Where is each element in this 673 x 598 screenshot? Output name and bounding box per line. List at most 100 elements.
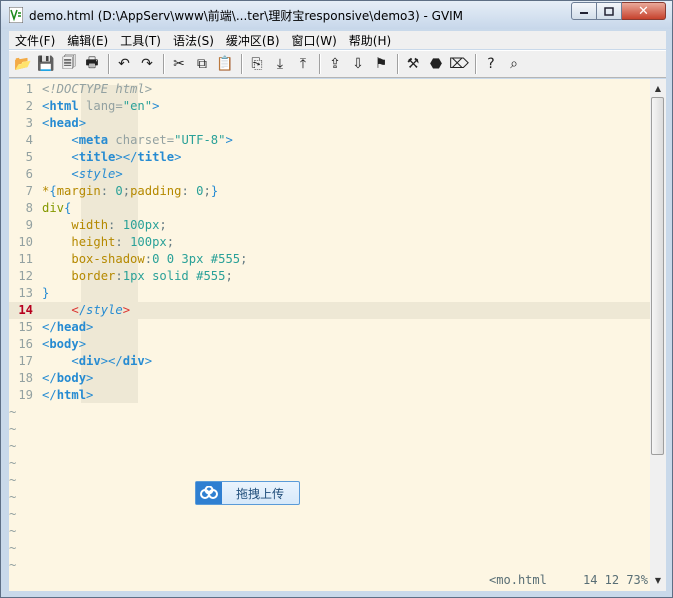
copy-button[interactable]: ⧉ — [192, 54, 212, 74]
scrollbar-thumb[interactable] — [651, 97, 664, 455]
open-button[interactable]: 📂 — [13, 54, 33, 74]
menu-window[interactable]: 窗口(W) — [286, 32, 343, 49]
code-text: </head> — [42, 320, 94, 334]
code-line[interactable]: 5 <title></title> — [9, 149, 650, 166]
line-number: 1 — [25, 82, 33, 96]
maximize-button[interactable] — [597, 2, 622, 20]
code-line[interactable]: 1 <!DOCTYPE html> — [9, 81, 650, 98]
code-line[interactable]: 9 width: 100px; — [9, 217, 650, 234]
load-session-button[interactable]: ⇪ — [325, 54, 345, 74]
line-number: 19 — [18, 388, 33, 402]
code-text: } — [42, 286, 50, 300]
gvim-app-icon — [9, 7, 23, 23]
toolbar-separator — [397, 54, 398, 74]
code-line[interactable]: 12 border:1px solid #555; — [9, 268, 650, 285]
find-next-icon: ⤓ — [276, 56, 284, 72]
code-line[interactable]: 6 <style> — [9, 166, 650, 183]
toolbar: 📂 💾 🗐 🖶 ↶ ↷ ✂ ⧉ 📋 ⎘ ⤓ ⤒ ⇪ ⇩ ⚑ ⚒ ⬣ ⌦? ⌕ — [9, 50, 666, 78]
gvim-window: demo.html (D:\AppServ\www\前端\...ter\理财宝r… — [0, 0, 673, 598]
code-line[interactable]: 19 </html> — [9, 387, 650, 404]
scroll-down-arrow-icon[interactable]: ▼ — [650, 573, 666, 589]
code-line[interactable]: 2 <html lang="en"> — [9, 98, 650, 115]
menu-syntax[interactable]: 语法(S) — [167, 32, 220, 49]
line-number: 15 — [18, 320, 33, 334]
redo-icon: ↷ — [141, 56, 153, 72]
find-help-icon: ⌕ — [510, 56, 518, 72]
vertical-scrollbar[interactable]: ▲ ▼ — [650, 79, 666, 591]
line-number: 7 — [25, 184, 33, 198]
drag-upload-label: 拖拽上传 — [236, 486, 285, 501]
line-number: 17 — [18, 354, 33, 368]
empty-line-tilde: ~ — [9, 473, 17, 487]
code-text: <body> — [42, 337, 87, 351]
minimize-button[interactable] — [571, 2, 597, 20]
toolbar-separator — [241, 54, 242, 74]
empty-line-tilde: ~ — [9, 541, 17, 555]
menu-bar: 文件(F) 编辑(E) 工具(T) 语法(S) 缓冲区(B) 窗口(W) 帮助(… — [9, 31, 666, 49]
close-icon: ✕ — [638, 3, 649, 19]
tag-button[interactable]: ⌦ — [449, 54, 469, 74]
shell-button[interactable]: ⬣ — [426, 54, 446, 74]
text-editor-area[interactable]: 1 <!DOCTYPE html> 2 <html lang="en"> 3 <head>… — [9, 79, 650, 591]
tag-icon: ⌦ — [449, 56, 469, 72]
save-button[interactable]: 💾 — [36, 54, 56, 74]
print-button[interactable]: 🖶 — [82, 54, 102, 74]
line-number: 11 — [18, 252, 33, 266]
code-line[interactable]: 3 <head> — [9, 115, 650, 132]
menu-file[interactable]: 文件(F) — [9, 32, 61, 49]
shell-icon: ⬣ — [429, 56, 443, 72]
help-button[interactable]: ? — [481, 54, 501, 74]
code-line[interactable]: 13} — [9, 285, 650, 302]
find-prev-button[interactable]: ⤒ — [293, 54, 313, 74]
find-replace-button[interactable]: ⎘ — [247, 54, 267, 74]
line-number: 5 — [25, 150, 33, 164]
empty-line-tilde: ~ — [9, 490, 17, 504]
code-line[interactable]: 10 height: 100px; — [9, 234, 650, 251]
menu-help[interactable]: 帮助(H) — [343, 32, 397, 49]
line-number: 18 — [18, 371, 33, 385]
line-number: 13 — [18, 286, 33, 300]
code-line[interactable]: 15 </head> — [9, 319, 650, 336]
drag-upload-button[interactable]: 拖拽上传 — [195, 481, 300, 505]
line-number: 14 — [18, 303, 33, 317]
code-line[interactable]: 17 <div></div> — [9, 353, 650, 370]
paste-button[interactable]: 📋 — [215, 54, 235, 74]
run-script-icon: ⚑ — [374, 56, 388, 72]
scroll-up-arrow-icon[interactable]: ▲ — [650, 81, 666, 97]
help-icon: ? — [487, 56, 495, 72]
close-button[interactable]: ✕ — [622, 2, 666, 20]
line-number: 10 — [18, 235, 33, 249]
line-number: 2 — [25, 99, 33, 113]
run-script-button[interactable]: ⚑ — [371, 54, 391, 74]
code-line[interactable]: 18 </body> — [9, 370, 650, 387]
open-icon: 📂 — [14, 56, 32, 72]
undo-button[interactable]: ↶ — [114, 54, 134, 74]
toolbar-separator — [319, 54, 320, 74]
make-button[interactable]: ⚒ — [403, 54, 423, 74]
code-line[interactable]: 4 <meta charset="UTF-8"> — [9, 132, 650, 149]
title-bar[interactable]: demo.html (D:\AppServ\www\前端\...ter\理财宝r… — [1, 1, 672, 29]
status-position: 14 12 73% — [582, 573, 648, 587]
print-icon: 🖶 — [85, 55, 99, 71]
menu-tools[interactable]: 工具(T) — [114, 32, 167, 49]
code-line[interactable]: 7 *{margin: 0;padding: 0;} — [9, 183, 650, 200]
code-line[interactable]: 16 <body> — [9, 336, 650, 353]
code-line[interactable]: 8 div{ — [9, 200, 650, 217]
code-line[interactable]: 11 box-shadow:0 0 3px #555; — [9, 251, 650, 268]
find-next-button[interactable]: ⤓ — [270, 54, 290, 74]
redo-button[interactable]: ↷ — [137, 54, 157, 74]
code-text: div{ — [42, 201, 72, 215]
current-code-line[interactable]: 14 </style> — [9, 302, 650, 319]
menu-edit[interactable]: 编辑(E) — [61, 32, 114, 49]
code-text: <meta charset="UTF-8"> — [71, 133, 233, 147]
empty-line-tilde: ~ — [9, 456, 17, 470]
copy-icon: ⧉ — [197, 56, 207, 72]
menu-buffers[interactable]: 缓冲区(B) — [220, 32, 286, 49]
cut-button[interactable]: ✂ — [169, 54, 189, 74]
save-all-button[interactable]: 🗐 — [59, 54, 79, 74]
empty-line-tilde: ~ — [9, 524, 17, 538]
find-help-button[interactable]: ⌕ — [504, 54, 524, 74]
save-session-button[interactable]: ⇩ — [348, 54, 368, 74]
maximize-icon — [604, 6, 614, 16]
find-replace-icon: ⎘ — [251, 56, 263, 72]
